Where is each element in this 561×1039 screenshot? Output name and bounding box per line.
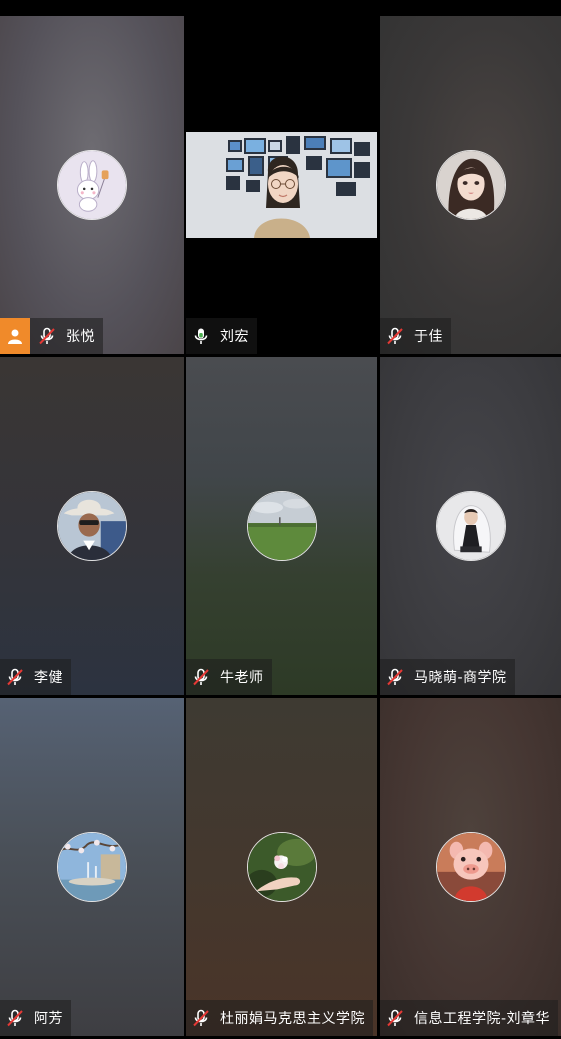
participant-label: 杜丽娟马克思主义学院 [186,1000,373,1036]
participant-tile-zhangyue[interactable]: 张悦 [0,16,184,354]
grassland-avatar [246,491,317,561]
mic-muted-icon [34,318,60,354]
participant-name: 马晓萌-商学院 [414,670,507,686]
participant-name: 于佳 [414,329,443,345]
participant-label: 信息工程学院-刘章华 [380,1000,559,1036]
camera-video-feed [186,132,377,238]
pig-cartoon-avatar [435,832,506,902]
participant-name: 刘宏 [220,329,249,345]
participant-label: 李健 [0,659,71,695]
participant-tile-dulijuan[interactable]: 杜丽娟马克思主义学院 [186,698,377,1036]
participant-tile-niulaoshi[interactable]: 牛老师 [186,357,377,695]
participant-label: 刘宏 [186,318,257,354]
participant-tile-lijian[interactable]: 李健 [0,357,184,695]
video-grid: 张悦 刘宏 于佳 李健 牛老师 马晓萌-商学院 阿芳 杜丽娟马克思主义学院 信息… [0,0,561,1039]
girl-portrait-avatar [435,150,506,220]
participant-label: 牛老师 [186,659,272,695]
mic-muted-icon [382,1000,408,1036]
mic-on-icon [188,318,214,354]
flower-hand-avatar [246,832,317,902]
mic-muted-icon [2,1000,28,1036]
mic-muted-icon [188,659,214,695]
participant-label: 马晓萌-商学院 [380,659,515,695]
mic-muted-icon [382,318,408,354]
participant-tile-maxiaomeng[interactable]: 马晓萌-商学院 [380,357,561,695]
participant-name: 牛老师 [220,670,264,686]
mic-muted-icon [382,659,408,695]
participant-tile-liuhong[interactable]: 刘宏 [186,16,377,354]
participant-tile-liuzhanghua[interactable]: 信息工程学院-刘章华 [380,698,561,1036]
participant-label: 阿芳 [0,1000,71,1036]
participant-name: 信息工程学院-刘章华 [414,1011,551,1027]
participant-name: 杜丽娟马克思主义学院 [220,1011,365,1027]
participant-name: 李健 [34,670,63,686]
participant-label: 于佳 [380,318,451,354]
participant-tile-yujia[interactable]: 于佳 [380,16,561,354]
woman-veil-avatar [435,491,506,561]
man-hat-avatar [57,491,127,561]
participant-name: 张悦 [66,329,95,345]
participant-tile-afang[interactable]: 阿芳 [0,698,184,1036]
fountain-avatar [57,832,127,902]
bunny-avatar [57,150,127,220]
participant-name: 阿芳 [34,1011,63,1027]
participant-label: 张悦 [0,318,103,354]
host-icon [0,318,30,354]
mic-muted-icon [2,659,28,695]
mic-muted-icon [188,1000,214,1036]
